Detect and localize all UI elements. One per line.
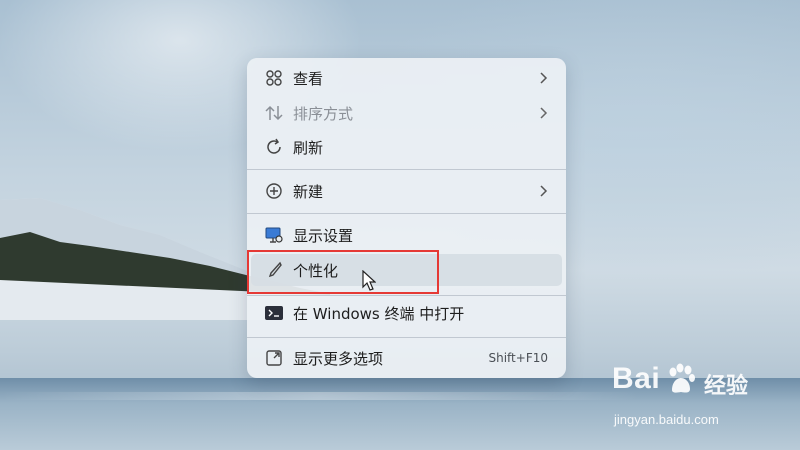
- desktop-context-menu: 查看 排序方式 刷新 新建 显示设置 个性化 在 Windows 终端 中打开 …: [247, 58, 566, 378]
- menu-item-display-settings[interactable]: 显示设置: [251, 219, 562, 251]
- menu-item-label: 显示更多选项: [293, 349, 384, 368]
- menu-item-show-more-options[interactable]: 显示更多选项 Shift+F10: [251, 342, 562, 374]
- menu-item-label: 显示设置: [293, 226, 354, 245]
- terminal-icon: [264, 303, 284, 323]
- menu-item-open-in-terminal[interactable]: 在 Windows 终端 中打开: [251, 297, 562, 329]
- baidu-paw-logo-icon: [669, 363, 695, 393]
- menu-item-sort-by[interactable]: 排序方式: [251, 97, 562, 129]
- highlight-box: [247, 250, 439, 294]
- new-plus-icon: [264, 181, 284, 201]
- menu-separator: [247, 169, 566, 170]
- mouse-cursor-icon: [362, 270, 376, 291]
- watermark-brand-suffix: 经验: [704, 374, 749, 399]
- keyboard-shortcut: Shift+F10: [488, 351, 548, 365]
- chevron-right-icon: [540, 107, 548, 119]
- menu-item-label: 新建: [293, 182, 324, 201]
- sort-arrows-icon: [264, 103, 284, 123]
- refresh-icon: [264, 137, 284, 157]
- more-options-icon: [264, 348, 284, 368]
- display-settings-icon: [264, 225, 284, 245]
- watermark-brand-prefix: Bai: [612, 362, 661, 395]
- menu-separator: [247, 337, 566, 338]
- chevron-right-icon: [540, 185, 548, 197]
- chevron-right-icon: [540, 72, 548, 84]
- menu-item-label: 排序方式: [293, 104, 354, 123]
- view-grid-icon: [264, 68, 284, 88]
- menu-item-label: 查看: [293, 69, 324, 88]
- menu-item-label: 刷新: [293, 138, 324, 157]
- menu-item-label: 在 Windows 终端 中打开: [293, 304, 465, 323]
- menu-separator: [247, 295, 566, 296]
- menu-item-refresh[interactable]: 刷新: [251, 131, 562, 163]
- menu-separator: [247, 213, 566, 214]
- menu-item-view[interactable]: 查看: [251, 62, 562, 94]
- watermark-url: jingyan.baidu.com: [614, 412, 719, 427]
- baidu-jingyan-watermark: Bai 经验 jingyan.baidu.com: [612, 360, 792, 434]
- menu-item-new[interactable]: 新建: [251, 175, 562, 207]
